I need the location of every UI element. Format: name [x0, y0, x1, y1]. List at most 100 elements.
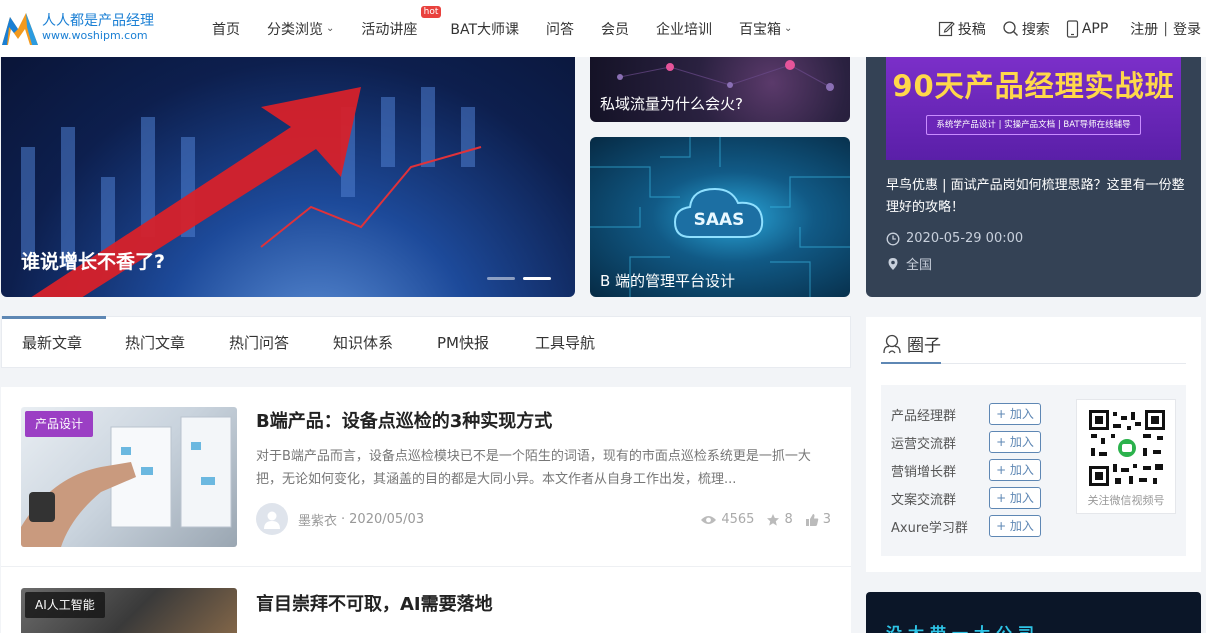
thumbs-up-icon	[805, 513, 818, 526]
article-title[interactable]: 盲目崇拜不可取，AI需要落地	[256, 590, 493, 616]
join-button[interactable]: + 加入	[989, 431, 1041, 453]
nav-label: 百宝箱	[739, 21, 782, 38]
views-count: 4565	[721, 512, 755, 527]
article-list: 产品设计 B端产品：设备点巡检的3种实现方式 对于B端产品而言，设备点巡检模块已…	[1, 387, 851, 633]
author-name[interactable]: 墨紫衣	[298, 510, 337, 529]
article-stats: 4565 8 3	[688, 512, 831, 527]
search-label: 搜索	[1021, 21, 1050, 38]
nav-label: 活动讲座	[361, 21, 418, 38]
header-tools: 投稿 搜索 APP 注册 | 登录	[922, 0, 1201, 57]
qr-code-card: 关注微信视频号	[1076, 399, 1176, 514]
article-thumbnail[interactable]: 产品设计	[21, 407, 237, 547]
avatar[interactable]	[256, 503, 288, 535]
hero-side-card-1[interactable]: 私域流量为什么会火?	[590, 57, 850, 122]
group-name: 产品经理群	[891, 408, 957, 424]
tab-pm-news[interactable]: PM快报	[437, 317, 489, 367]
promo-banner[interactable]: 90天产品经理实战班 系统学产品设计 | 实操产品文档 | BAT导师在线辅导	[886, 57, 1181, 160]
auth-separator: |	[1163, 20, 1168, 37]
group-name: 运营交流群	[891, 436, 957, 452]
tab-hot-qa[interactable]: 热门问答	[229, 317, 289, 367]
nav-label: BAT大师课	[450, 21, 520, 38]
qr-caption: 关注微信视频号	[1087, 494, 1165, 507]
star-icon	[767, 513, 780, 526]
carousel-indicators	[487, 277, 559, 280]
logo-url: www.woshipm.com	[42, 28, 148, 42]
mobile-phone-icon	[1066, 19, 1078, 38]
location-pin-icon	[888, 257, 898, 270]
site-logo[interactable]: 人人都是产品经理 www.woshipm.com	[0, 6, 160, 50]
promo-card[interactable]: 90天产品经理实战班 系统学产品设计 | 实操产品文档 | BAT导师在线辅导 …	[866, 57, 1201, 297]
group-list: 产品经理群 + 加入 运营交流群 + 加入 营销增长群 + 加入 文案交流群 +…	[881, 385, 1186, 556]
circle-header: 圈子	[881, 331, 941, 356]
article-title[interactable]: B端产品：设备点巡检的3种实现方式	[256, 407, 552, 433]
join-button[interactable]: + 加入	[989, 403, 1041, 425]
search-button[interactable]: 搜索	[1002, 19, 1050, 39]
saas-cloud-icon: SAAS	[673, 187, 764, 238]
tab-knowledge[interactable]: 知识体系	[333, 317, 393, 367]
article-tabs: 最新文章 热门文章 热门问答 知识体系 PM快报 工具导航	[1, 316, 851, 368]
nav-item-categories[interactable]: 分类浏览 ⌄	[267, 19, 334, 39]
eye-icon	[701, 515, 717, 524]
qr-code-image	[1087, 408, 1167, 488]
app-button[interactable]: APP	[1066, 19, 1109, 38]
promo-location-text: 全国	[906, 258, 933, 273]
group-row: 产品经理群 + 加入	[891, 403, 1041, 425]
group-name: Axure学习群	[891, 520, 968, 536]
nav-label: 分类浏览	[267, 21, 323, 38]
article-summary: 对于B端产品而言，设备点巡检模块已不是一个陌生的词语，现有的市面点巡检系统更是一…	[256, 449, 811, 487]
hero-side-title: B 端的管理平台设计	[600, 272, 736, 290]
logo-mark-icon	[2, 13, 38, 45]
promo-date: 2020-05-29 00:00	[886, 231, 1023, 246]
carousel-dot[interactable]	[487, 277, 515, 280]
group-name: 营销增长群	[891, 464, 957, 480]
hero-title[interactable]: 谁说增长不香了?	[21, 247, 165, 274]
group-row: 运营交流群 + 加入	[891, 431, 1041, 453]
tab-hot-articles[interactable]: 热门文章	[125, 317, 185, 367]
nav-item-events[interactable]: 活动讲座 hot	[361, 5, 442, 39]
category-tag[interactable]: 产品设计	[25, 411, 94, 437]
login-link[interactable]: 登录	[1173, 19, 1201, 39]
register-link[interactable]: 注册	[1130, 19, 1158, 39]
tab-latest[interactable]: 最新文章	[1, 316, 107, 367]
nav-item-bat-master[interactable]: BAT大师课	[450, 19, 519, 39]
circle-panel: 圈子 产品经理群 + 加入 运营交流群 + 加入 营销增长群 + 加入 文案交流…	[866, 317, 1201, 572]
nav-item-training[interactable]: 企业培训	[656, 19, 712, 39]
nav-label: 企业培训	[656, 21, 713, 38]
promo-text[interactable]: 早鸟优惠 | 面试产品岗如何梳理思路？这里有一份整理好的攻略！	[886, 175, 1186, 219]
join-button[interactable]: + 加入	[989, 459, 1041, 481]
divider	[881, 362, 1186, 364]
submit-button[interactable]: 投稿	[938, 19, 986, 39]
app-label: APP	[1081, 20, 1109, 37]
stars-count: 8	[784, 512, 793, 527]
bottom-ad-banner[interactable]: 没太带一大公司	[866, 592, 1201, 633]
views-stat: 4565	[700, 512, 754, 527]
join-button[interactable]: + 加入	[989, 487, 1041, 509]
hero-carousel[interactable]: 谁说增长不香了?	[1, 57, 575, 297]
hero-side-card-2[interactable]: SAAS B 端的管理平台设计	[590, 137, 850, 297]
circle-title: 圈子	[907, 336, 941, 356]
article-thumbnail[interactable]: AI人工智能	[21, 588, 237, 633]
nav-item-toolbox[interactable]: 百宝箱 ⌄	[739, 19, 792, 39]
stars-stat[interactable]: 8	[766, 512, 793, 527]
promo-date-text: 2020-05-29 00:00	[906, 231, 1024, 246]
group-row: 文案交流群 + 加入	[891, 487, 1041, 509]
main-nav: 首页 分类浏览 ⌄ 活动讲座 hot BAT大师课 问答 会员 企业培训 百宝箱 ⌄	[200, 0, 819, 57]
group-row: 营销增长群 + 加入	[891, 459, 1041, 481]
join-button[interactable]: + 加入	[989, 515, 1041, 537]
search-icon	[1003, 21, 1018, 36]
nav-item-member[interactable]: 会员	[601, 19, 629, 39]
tab-tools-nav[interactable]: 工具导航	[535, 317, 595, 367]
list-item: 产品设计 B端产品：设备点巡检的3种实现方式 对于B端产品而言，设备点巡检模块已…	[1, 387, 851, 567]
nav-label: 首页	[212, 21, 240, 38]
nav-item-qa[interactable]: 问答	[546, 19, 574, 39]
category-tag[interactable]: AI人工智能	[25, 592, 105, 618]
promo-banner-title: 90天产品经理实战班	[892, 69, 1175, 103]
hero-side-title: 私域流量为什么会火?	[600, 95, 743, 113]
carousel-dot-active[interactable]	[523, 277, 551, 280]
nav-label: 会员	[601, 21, 630, 38]
saas-text: SAAS	[694, 210, 745, 230]
publish-date: 2020/05/03	[349, 511, 425, 527]
user-avatar-icon	[264, 511, 280, 529]
likes-stat[interactable]: 3	[805, 512, 831, 527]
nav-item-home[interactable]: 首页	[212, 19, 240, 39]
